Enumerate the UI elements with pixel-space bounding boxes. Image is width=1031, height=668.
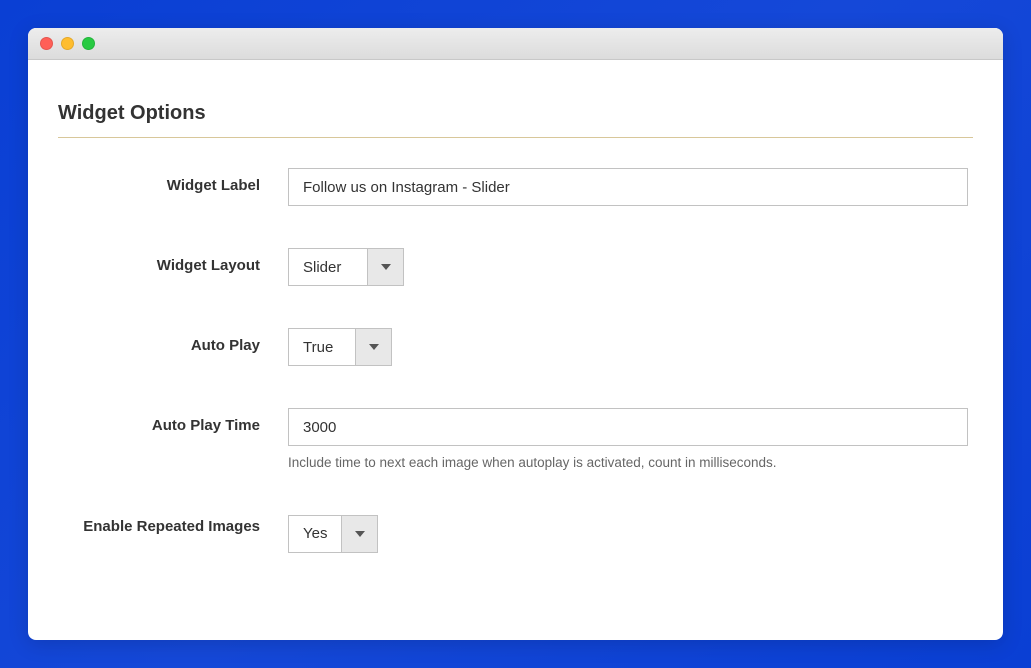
app-window: Widget Options Widget Label Widget Layou… <box>28 28 1003 640</box>
auto-play-arrow[interactable] <box>355 329 391 365</box>
window-titlebar <box>28 28 1003 60</box>
label-auto-play: Auto Play <box>58 328 288 356</box>
control-widget-label <box>288 168 968 206</box>
auto-play-time-input[interactable] <box>288 408 968 446</box>
label-enable-repeated: Enable Repeated Images <box>58 515 288 537</box>
row-auto-play-time: Auto Play Time Include time to next each… <box>58 408 973 473</box>
widget-layout-select[interactable]: Slider <box>288 248 404 286</box>
section-title: Widget Options <box>58 102 973 138</box>
content-area: Widget Options Widget Label Widget Layou… <box>28 60 1003 640</box>
chevron-down-icon <box>355 531 365 537</box>
auto-play-value: True <box>289 329 355 365</box>
control-enable-repeated: Yes <box>288 515 968 553</box>
widget-layout-value: Slider <box>289 249 367 285</box>
row-widget-layout: Widget Layout Slider <box>58 248 973 286</box>
control-auto-play-time: Include time to next each image when aut… <box>288 408 968 473</box>
label-auto-play-time: Auto Play Time <box>58 408 288 436</box>
auto-play-time-help: Include time to next each image when aut… <box>288 454 968 473</box>
close-icon[interactable] <box>40 37 53 50</box>
control-auto-play: True <box>288 328 968 366</box>
label-widget-layout: Widget Layout <box>58 248 288 276</box>
widget-label-input[interactable] <box>288 168 968 206</box>
row-enable-repeated: Enable Repeated Images Yes <box>58 515 973 553</box>
enable-repeated-arrow[interactable] <box>341 516 377 552</box>
control-widget-layout: Slider <box>288 248 968 286</box>
chevron-down-icon <box>381 264 391 270</box>
row-auto-play: Auto Play True <box>58 328 973 366</box>
enable-repeated-value: Yes <box>289 516 341 552</box>
enable-repeated-select[interactable]: Yes <box>288 515 378 553</box>
minimize-icon[interactable] <box>61 37 74 50</box>
chevron-down-icon <box>369 344 379 350</box>
widget-layout-arrow[interactable] <box>367 249 403 285</box>
label-widget-label: Widget Label <box>58 168 288 196</box>
row-widget-label: Widget Label <box>58 168 973 206</box>
auto-play-select[interactable]: True <box>288 328 392 366</box>
maximize-icon[interactable] <box>82 37 95 50</box>
